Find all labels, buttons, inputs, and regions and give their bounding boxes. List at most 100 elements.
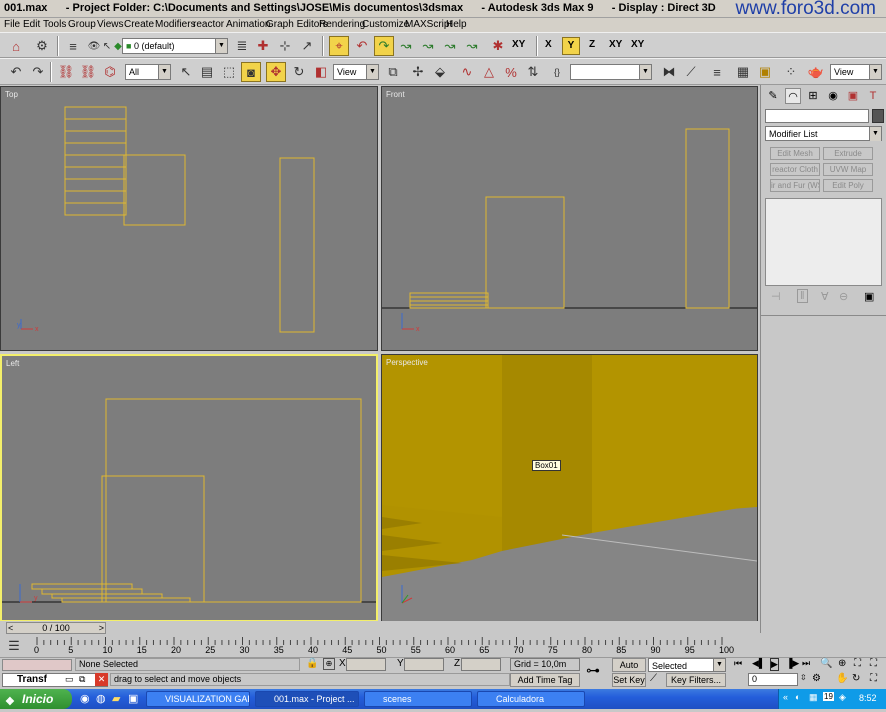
layer-select-icon[interactable]: ⊹	[275, 36, 295, 56]
select-manipulate-icon[interactable]: ✢	[408, 62, 428, 82]
selection-lock-icon[interactable]: 🔒	[306, 658, 318, 669]
maxscript-listener[interactable]	[2, 659, 72, 671]
absolute-mode-icon[interactable]: ⊕	[323, 658, 335, 670]
snap-3d-icon[interactable]: ∿	[457, 62, 477, 82]
create-tab-icon[interactable]: ✎	[765, 88, 781, 104]
edit-named-selection-icon[interactable]: {}	[547, 62, 567, 82]
tray-chevron-icon[interactable]: «	[783, 692, 788, 702]
select-link-icon[interactable]: ⛓	[56, 62, 76, 82]
chevron-down-icon[interactable]: ▼	[869, 127, 881, 141]
pivot-center-icon[interactable]: ⧉	[383, 62, 403, 82]
volume-icon[interactable]: ◐	[795, 692, 800, 702]
chevron-down-icon[interactable]: ▼	[215, 39, 227, 53]
utilities-tab-icon[interactable]: T	[865, 88, 881, 104]
firefox-quicklaunch-icon[interactable]: ◍	[96, 692, 106, 705]
edit-mesh-button[interactable]: Edit Mesh	[770, 147, 820, 160]
axis-z[interactable]: Z	[589, 39, 595, 50]
show-desktop-icon[interactable]: ▣	[128, 692, 138, 705]
play-icon[interactable]: ▶	[770, 658, 779, 671]
unlink-icon[interactable]: ⌂	[6, 36, 26, 56]
chevron-down-icon[interactable]: ▼	[158, 65, 170, 79]
go-to-end-icon[interactable]: ⏭	[802, 658, 810, 669]
viewport-top[interactable]: Top x y	[0, 86, 378, 351]
scale-icon[interactable]: ◧	[311, 62, 331, 82]
track-bar[interactable]: ☰ 0 5 10 15 20 25 30 35 40 45 50 55 60 65 70 75 80 85 90 95…	[0, 635, 760, 657]
task-scenes-folder[interactable]: scenes	[364, 691, 472, 707]
key-filters-button[interactable]: Key Filters...	[666, 673, 726, 687]
set-key-button[interactable]: Set Key	[612, 673, 646, 687]
hair-and-fur-button[interactable]: ir and Fur (WS	[770, 179, 820, 192]
auto-key-button[interactable]: Auto Key	[612, 658, 646, 682]
modify-tab-icon[interactable]: ◠	[785, 88, 801, 104]
spinner-icon[interactable]: ⇳	[800, 673, 807, 682]
reactor-cloth-button[interactable]: reactor Cloth	[770, 163, 820, 176]
chevron-down-icon[interactable]: ▼	[869, 65, 881, 79]
previous-frame-icon[interactable]: ◀▌	[752, 658, 765, 669]
restore-icon[interactable]: ⧉	[79, 674, 85, 685]
menu-tools[interactable]: Tools	[43, 19, 66, 30]
y-coord-field[interactable]	[404, 658, 444, 671]
redo-icon[interactable]: ↷	[28, 62, 48, 82]
key-tangent-icon[interactable]: ⟋	[650, 673, 657, 684]
arc-rotate-icon[interactable]: ↻	[852, 673, 860, 684]
viewport-front[interactable]: Front x	[381, 86, 758, 351]
menu-help[interactable]: Help	[446, 19, 467, 30]
menu-animation[interactable]: Animation	[226, 19, 270, 30]
viewport-perspective[interactable]: Perspective Box01	[381, 354, 758, 622]
axis-y[interactable]: Y	[562, 37, 580, 55]
time-config-icon[interactable]: ⚙	[812, 673, 821, 684]
folder-quicklaunch-icon[interactable]: ▰	[112, 692, 120, 705]
show-end-result-icon[interactable]: ‖	[797, 289, 808, 303]
spinner-snap-icon[interactable]: ⇅	[523, 62, 543, 82]
percent-snap-icon[interactable]: %	[501, 62, 521, 82]
chevron-down-icon[interactable]: ▼	[713, 659, 725, 671]
mirror-icon[interactable]: ⧓	[659, 62, 679, 82]
zoom-all-icon[interactable]: ⊕	[838, 658, 846, 669]
menu-reactor[interactable]: reactor	[193, 19, 224, 30]
mini-listener[interactable]: Transf ▭ ⧉ ✕	[2, 673, 108, 687]
schematic-view-icon[interactable]: ▣	[755, 62, 775, 82]
angle-snap-icon[interactable]: △	[479, 62, 499, 82]
modifier-list-combo[interactable]: Modifier List ▼	[765, 126, 882, 141]
hierarchy-tab-icon[interactable]: ⊞	[805, 88, 821, 104]
align-icon[interactable]: ⟋	[681, 62, 701, 82]
selection-filter-combo[interactable]: All ▼	[125, 64, 171, 80]
menu-create[interactable]: Create	[124, 19, 154, 30]
object-name-field[interactable]	[765, 109, 869, 123]
menu-views[interactable]: Views	[97, 19, 124, 30]
axis-xy-plane[interactable]: XY	[512, 39, 525, 50]
ik-limb-icon[interactable]: ↝	[440, 36, 460, 56]
keyboard-shortcut-icon[interactable]: ⬙	[430, 62, 450, 82]
minimize-icon[interactable]: ▭	[65, 674, 74, 685]
axis-xy-alt[interactable]: XY	[631, 39, 644, 50]
configure-modifier-sets-icon[interactable]: ▣	[864, 290, 874, 303]
x-coord-field[interactable]	[346, 658, 386, 671]
antivirus-icon[interactable]: ◈	[839, 692, 846, 703]
extrude-button[interactable]: Extrude	[823, 147, 873, 160]
menu-customize[interactable]: Customize	[362, 19, 409, 30]
layer-manager-icon[interactable]: ≡	[63, 36, 83, 56]
constraint-icon[interactable]: ↶	[352, 36, 372, 56]
browser-quicklaunch-icon[interactable]: ◉	[80, 692, 90, 705]
bind-space-warp-icon[interactable]: ⚙	[32, 36, 52, 56]
uvw-map-button[interactable]: UVW Map	[823, 163, 873, 176]
unlink-selection-icon[interactable]: ⛓	[78, 62, 98, 82]
zoom-extents-icon[interactable]: ⛶	[854, 658, 861, 669]
add-time-tag-button[interactable]: Add Time Tag	[510, 673, 580, 687]
bind-icon[interactable]: ⌬	[100, 62, 120, 82]
viewport-left[interactable]: Left y	[0, 354, 378, 622]
layer-combo[interactable]: ■ 0 (default) ▼	[122, 38, 228, 54]
key-mode-combo[interactable]: Selected ▼	[648, 658, 726, 672]
layer-manager-alt-icon[interactable]: ≡	[707, 62, 727, 82]
pin-stack-icon[interactable]: ⊣	[771, 290, 781, 303]
maximize-viewport-icon[interactable]: ⛶	[870, 673, 877, 684]
curve-editor-icon[interactable]: ▦	[733, 62, 753, 82]
task-visualization-gallery[interactable]: VISUALIZATION GALL...	[146, 691, 250, 707]
window-crossing-icon[interactable]: ◙	[241, 62, 261, 82]
reference-coordinate-combo[interactable]: View ▼	[333, 64, 379, 80]
layer-add-icon[interactable]: ✚	[253, 36, 273, 56]
rectangle-selection-icon[interactable]: ⬚	[219, 62, 239, 82]
layer-create-icon[interactable]: ≣	[232, 36, 252, 56]
select-object-icon[interactable]: ↖	[176, 62, 196, 82]
select-by-name-icon[interactable]: ▤	[197, 62, 217, 82]
